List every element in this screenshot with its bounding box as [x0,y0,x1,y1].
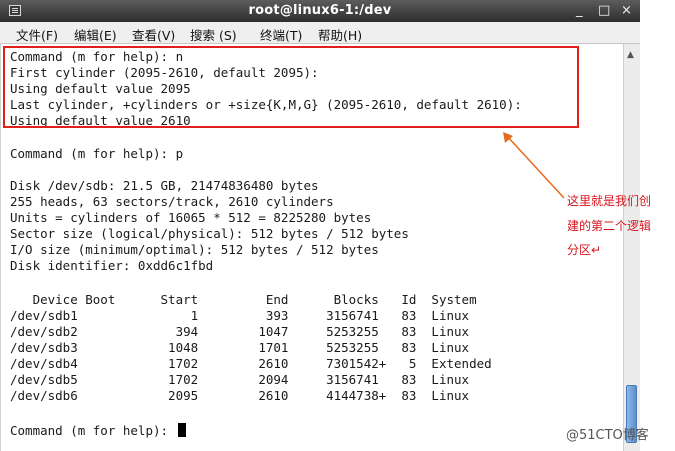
highlight-box [3,46,579,128]
partition-table-header: Device Boot Start End Blocks Id System [10,292,477,307]
menu-view[interactable]: 查看(V) [132,25,175,44]
text-cursor [177,423,186,437]
maximize-button[interactable]: □ [598,2,610,19]
terminal-line: Disk /dev/sdb: 21.5 GB, 21474836480 byte… [10,178,319,193]
terminal-line: 255 heads, 63 sectors/track, 2610 cylind… [10,194,334,209]
partition-row: /dev/sdb1 1 393 3156741 83 Linux [10,308,470,323]
menu-bar: 文件(F) 编辑(E) 查看(V) 搜索 (S) 终端(T) 帮助(H) [0,22,640,44]
menu-help[interactable]: 帮助(H) [318,25,362,44]
scroll-up-arrow-icon[interactable]: ▲ [627,50,634,60]
terminal-line: Disk identifier: 0xdd6c1fbd [10,258,214,273]
annotation-note-line: 这里就是我们创 [567,194,652,208]
partition-row: /dev/sdb2 394 1047 5253255 83 Linux [10,324,470,339]
terminal-line: Units = cylinders of 16065 * 512 = 82252… [10,210,372,225]
close-button[interactable]: × [621,2,632,19]
menu-search[interactable]: 搜索 (S) [190,25,237,44]
title-bar: root@linux6-1:/dev _ □ × [0,0,640,22]
menu-terminal[interactable]: 终端(T) [260,25,302,44]
minimize-button[interactable]: _ [576,2,583,19]
menu-edit[interactable]: 编辑(E) [74,25,117,44]
menu-file[interactable]: 文件(F) [16,25,58,44]
partition-row: /dev/sdb4 1702 2610 7301542+ 5 Extended [10,356,492,371]
vertical-scrollbar[interactable]: ▲ [623,44,640,451]
window-title: root@linux6-1:/dev [248,3,392,18]
terminal-line: I/O size (minimum/optimal): 512 bytes / … [10,242,379,257]
prompt-text: Command (m for help): [10,423,176,438]
partition-row: /dev/sdb5 1702 2094 3156741 83 Linux [10,372,470,387]
annotation-note-line: 建的第二个逻辑 [567,219,652,233]
annotation-note-line: 分区↵ [567,243,602,257]
watermark: @51CTO博客 [566,428,649,443]
partition-row: /dev/sdb3 1048 1701 5253255 83 Linux [10,340,470,355]
partition-row: /dev/sdb6 2095 2610 4144738+ 83 Linux [10,388,470,403]
terminal-line: Sector size (logical/physical): 512 byte… [10,226,409,241]
command-prompt[interactable]: Command (m for help): [10,423,186,439]
terminal-line: Command (m for help): p [10,146,184,161]
